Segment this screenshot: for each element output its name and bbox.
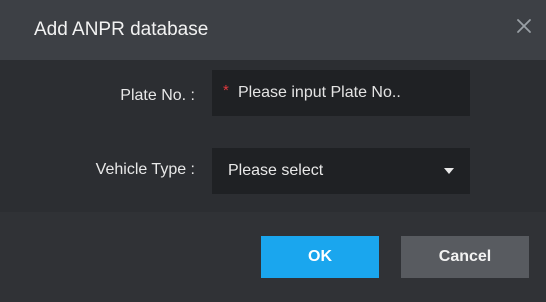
dialog-title: Add ANPR database — [34, 19, 209, 40]
close-icon[interactable] — [512, 14, 536, 38]
vehicle-type-selected: Please select — [228, 162, 324, 179]
caret-down-icon — [444, 168, 454, 174]
plate-no-field[interactable]: * — [212, 70, 470, 116]
dialog-titlebar: Add ANPR database — [0, 0, 546, 60]
dialog-body: Plate No. : * Vehicle Type : Please sele… — [0, 60, 546, 212]
dialog-footer: OK Cancel — [0, 212, 546, 302]
vehicle-type-label: Vehicle Type : — [95, 161, 195, 178]
vehicle-type-select[interactable]: Please select — [212, 148, 470, 194]
cancel-button[interactable]: Cancel — [401, 236, 529, 278]
ok-button[interactable]: OK — [261, 236, 379, 278]
plate-no-input[interactable] — [238, 70, 464, 116]
required-marker: * — [223, 82, 229, 99]
plate-no-label: Plate No. : — [120, 87, 195, 104]
add-anpr-database-dialog: Add ANPR database Plate No. : * Vehicle … — [0, 0, 546, 302]
